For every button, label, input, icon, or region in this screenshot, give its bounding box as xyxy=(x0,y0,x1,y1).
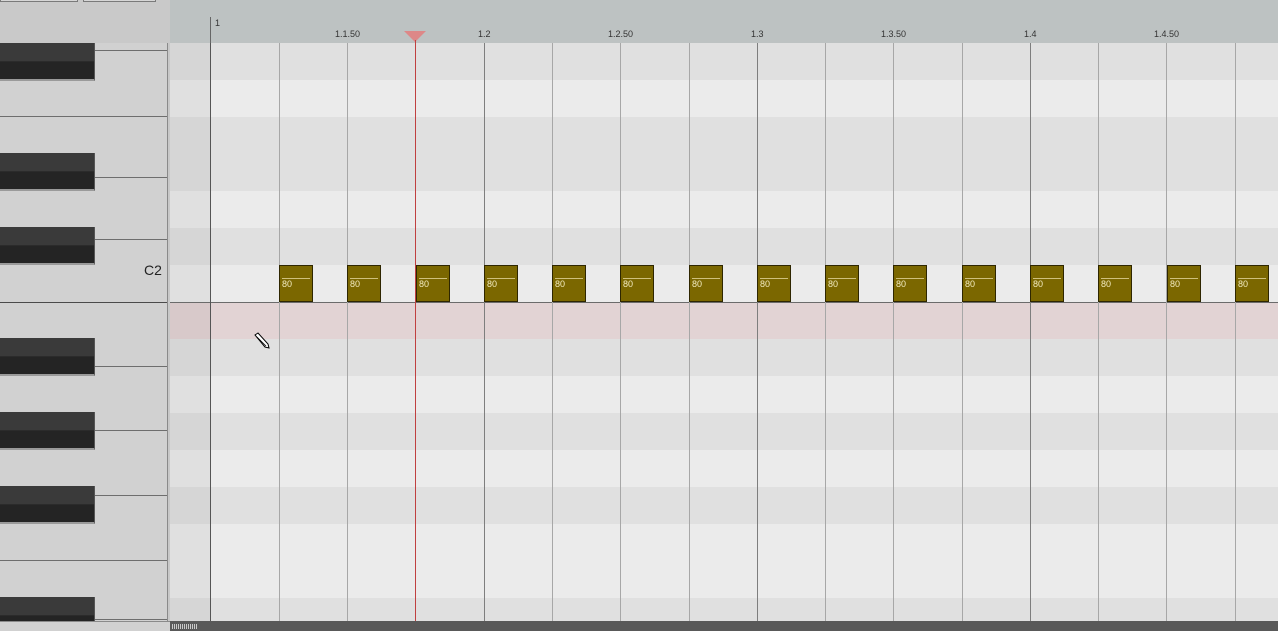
black-key[interactable] xyxy=(0,412,95,450)
grid-row xyxy=(170,450,1278,487)
ruler-label-1: 1 xyxy=(215,18,221,28)
ruler-label-1-3: 1.3 xyxy=(751,29,764,39)
pre-bar-region xyxy=(170,43,210,621)
black-key[interactable] xyxy=(0,338,95,376)
playhead-line xyxy=(415,43,416,621)
beat-line xyxy=(757,43,758,621)
piano-keyboard[interactable]: C2 xyxy=(0,43,168,621)
note-velocity: 80 xyxy=(828,279,839,289)
midi-note[interactable]: 80 xyxy=(1167,265,1201,302)
midi-note[interactable]: 80 xyxy=(962,265,996,302)
piano-roll-grid[interactable]: 80 80 80 80 80 80 80 80 80 80 80 80 80 8… xyxy=(170,43,1278,621)
note-velocity: 80 xyxy=(350,279,361,289)
midi-note[interactable]: 80 xyxy=(620,265,654,302)
note-velocity: 80 xyxy=(965,279,976,289)
timeline-ruler[interactable]: 1 1.1.50 1.2 1.2.50 1.3 1.3.50 1.4 1.4.5… xyxy=(170,0,1278,43)
note-velocity: 80 xyxy=(419,279,430,289)
grid-row xyxy=(170,598,1278,621)
black-key[interactable] xyxy=(0,486,95,524)
white-key-border xyxy=(0,116,167,117)
white-key-border xyxy=(95,177,167,178)
note-velocity: 80 xyxy=(896,279,907,289)
grid-line xyxy=(962,43,963,621)
note-velocity: 80 xyxy=(1170,279,1181,289)
grid-line xyxy=(1235,43,1236,621)
note-velocity: 80 xyxy=(487,279,498,289)
note-velocity: 80 xyxy=(1238,279,1249,289)
beat-line xyxy=(484,43,485,621)
note-velocity: 80 xyxy=(282,279,293,289)
black-key[interactable] xyxy=(0,43,95,81)
midi-note[interactable]: 80 xyxy=(1030,265,1064,302)
midi-note[interactable]: 80 xyxy=(757,265,791,302)
midi-note[interactable]: 80 xyxy=(552,265,586,302)
black-key[interactable] xyxy=(0,153,95,191)
ruler-label-1-4-50: 1.4.50 xyxy=(1154,29,1180,39)
note-velocity: 80 xyxy=(623,279,634,289)
ruler-label-1-2: 1.2 xyxy=(478,29,491,39)
midi-note[interactable]: 80 xyxy=(279,265,313,302)
grid-line xyxy=(1166,43,1167,621)
grid-row xyxy=(170,413,1278,450)
ruler-bar-tick xyxy=(210,17,211,43)
grid-row xyxy=(170,191,1278,228)
grid-line xyxy=(279,43,280,621)
corner-button-right[interactable] xyxy=(83,0,156,2)
note-velocity: 80 xyxy=(1101,279,1112,289)
white-key-border xyxy=(95,239,167,240)
grid-row xyxy=(170,561,1278,598)
grid-row xyxy=(170,376,1278,413)
midi-note[interactable]: 80 xyxy=(1235,265,1269,302)
black-key[interactable] xyxy=(0,597,95,621)
grid-row xyxy=(170,154,1278,191)
ruler-label-1-1-50: 1.1.50 xyxy=(335,29,361,39)
midi-note[interactable]: 80 xyxy=(347,265,381,302)
beat-line xyxy=(1030,43,1031,621)
grid-row xyxy=(170,487,1278,524)
grid-row xyxy=(170,117,1278,154)
ruler-label-1-2-50: 1.2.50 xyxy=(608,29,634,39)
note-velocity: 80 xyxy=(1033,279,1044,289)
scrollbar-thumb[interactable] xyxy=(172,624,198,629)
octave-label-c2: C2 xyxy=(144,262,162,278)
ruler-label-1-4: 1.4 xyxy=(1024,29,1037,39)
note-velocity: 80 xyxy=(692,279,703,289)
black-key[interactable] xyxy=(0,227,95,265)
note-velocity: 80 xyxy=(555,279,566,289)
grid-line xyxy=(552,43,553,621)
white-key-border xyxy=(95,366,167,367)
grid-line xyxy=(347,43,348,621)
white-key-border xyxy=(95,495,167,496)
midi-note[interactable]: 80 xyxy=(825,265,859,302)
octave-divider xyxy=(170,302,1278,303)
ruler-label-1-3-50: 1.3.50 xyxy=(881,29,907,39)
grid-row xyxy=(170,339,1278,376)
toolbar-corner xyxy=(0,0,170,43)
midi-note[interactable]: 80 xyxy=(1098,265,1132,302)
grid-row-hovered xyxy=(170,302,1278,339)
grid-row xyxy=(170,524,1278,561)
midi-note[interactable]: 80 xyxy=(893,265,927,302)
grid-line xyxy=(893,43,894,621)
pencil-icon xyxy=(254,332,270,349)
white-key-border xyxy=(95,430,167,431)
octave-border xyxy=(0,302,167,303)
corner-button-left[interactable] xyxy=(0,0,78,2)
bar-line xyxy=(210,43,211,621)
midi-note[interactable]: 80 xyxy=(484,265,518,302)
grid-line xyxy=(620,43,621,621)
midi-note[interactable]: 80 xyxy=(416,265,450,302)
grid-row xyxy=(170,43,1278,80)
horizontal-scrollbar[interactable] xyxy=(170,621,1278,631)
grid-line xyxy=(689,43,690,621)
midi-note[interactable]: 80 xyxy=(689,265,723,302)
white-key-border xyxy=(95,50,167,51)
grid-row xyxy=(170,228,1278,265)
white-key-border xyxy=(0,560,167,561)
grid-line xyxy=(825,43,826,621)
grid-line xyxy=(1098,43,1099,621)
keyboard-footer xyxy=(0,621,170,631)
grid-row xyxy=(170,80,1278,117)
note-velocity: 80 xyxy=(760,279,771,289)
